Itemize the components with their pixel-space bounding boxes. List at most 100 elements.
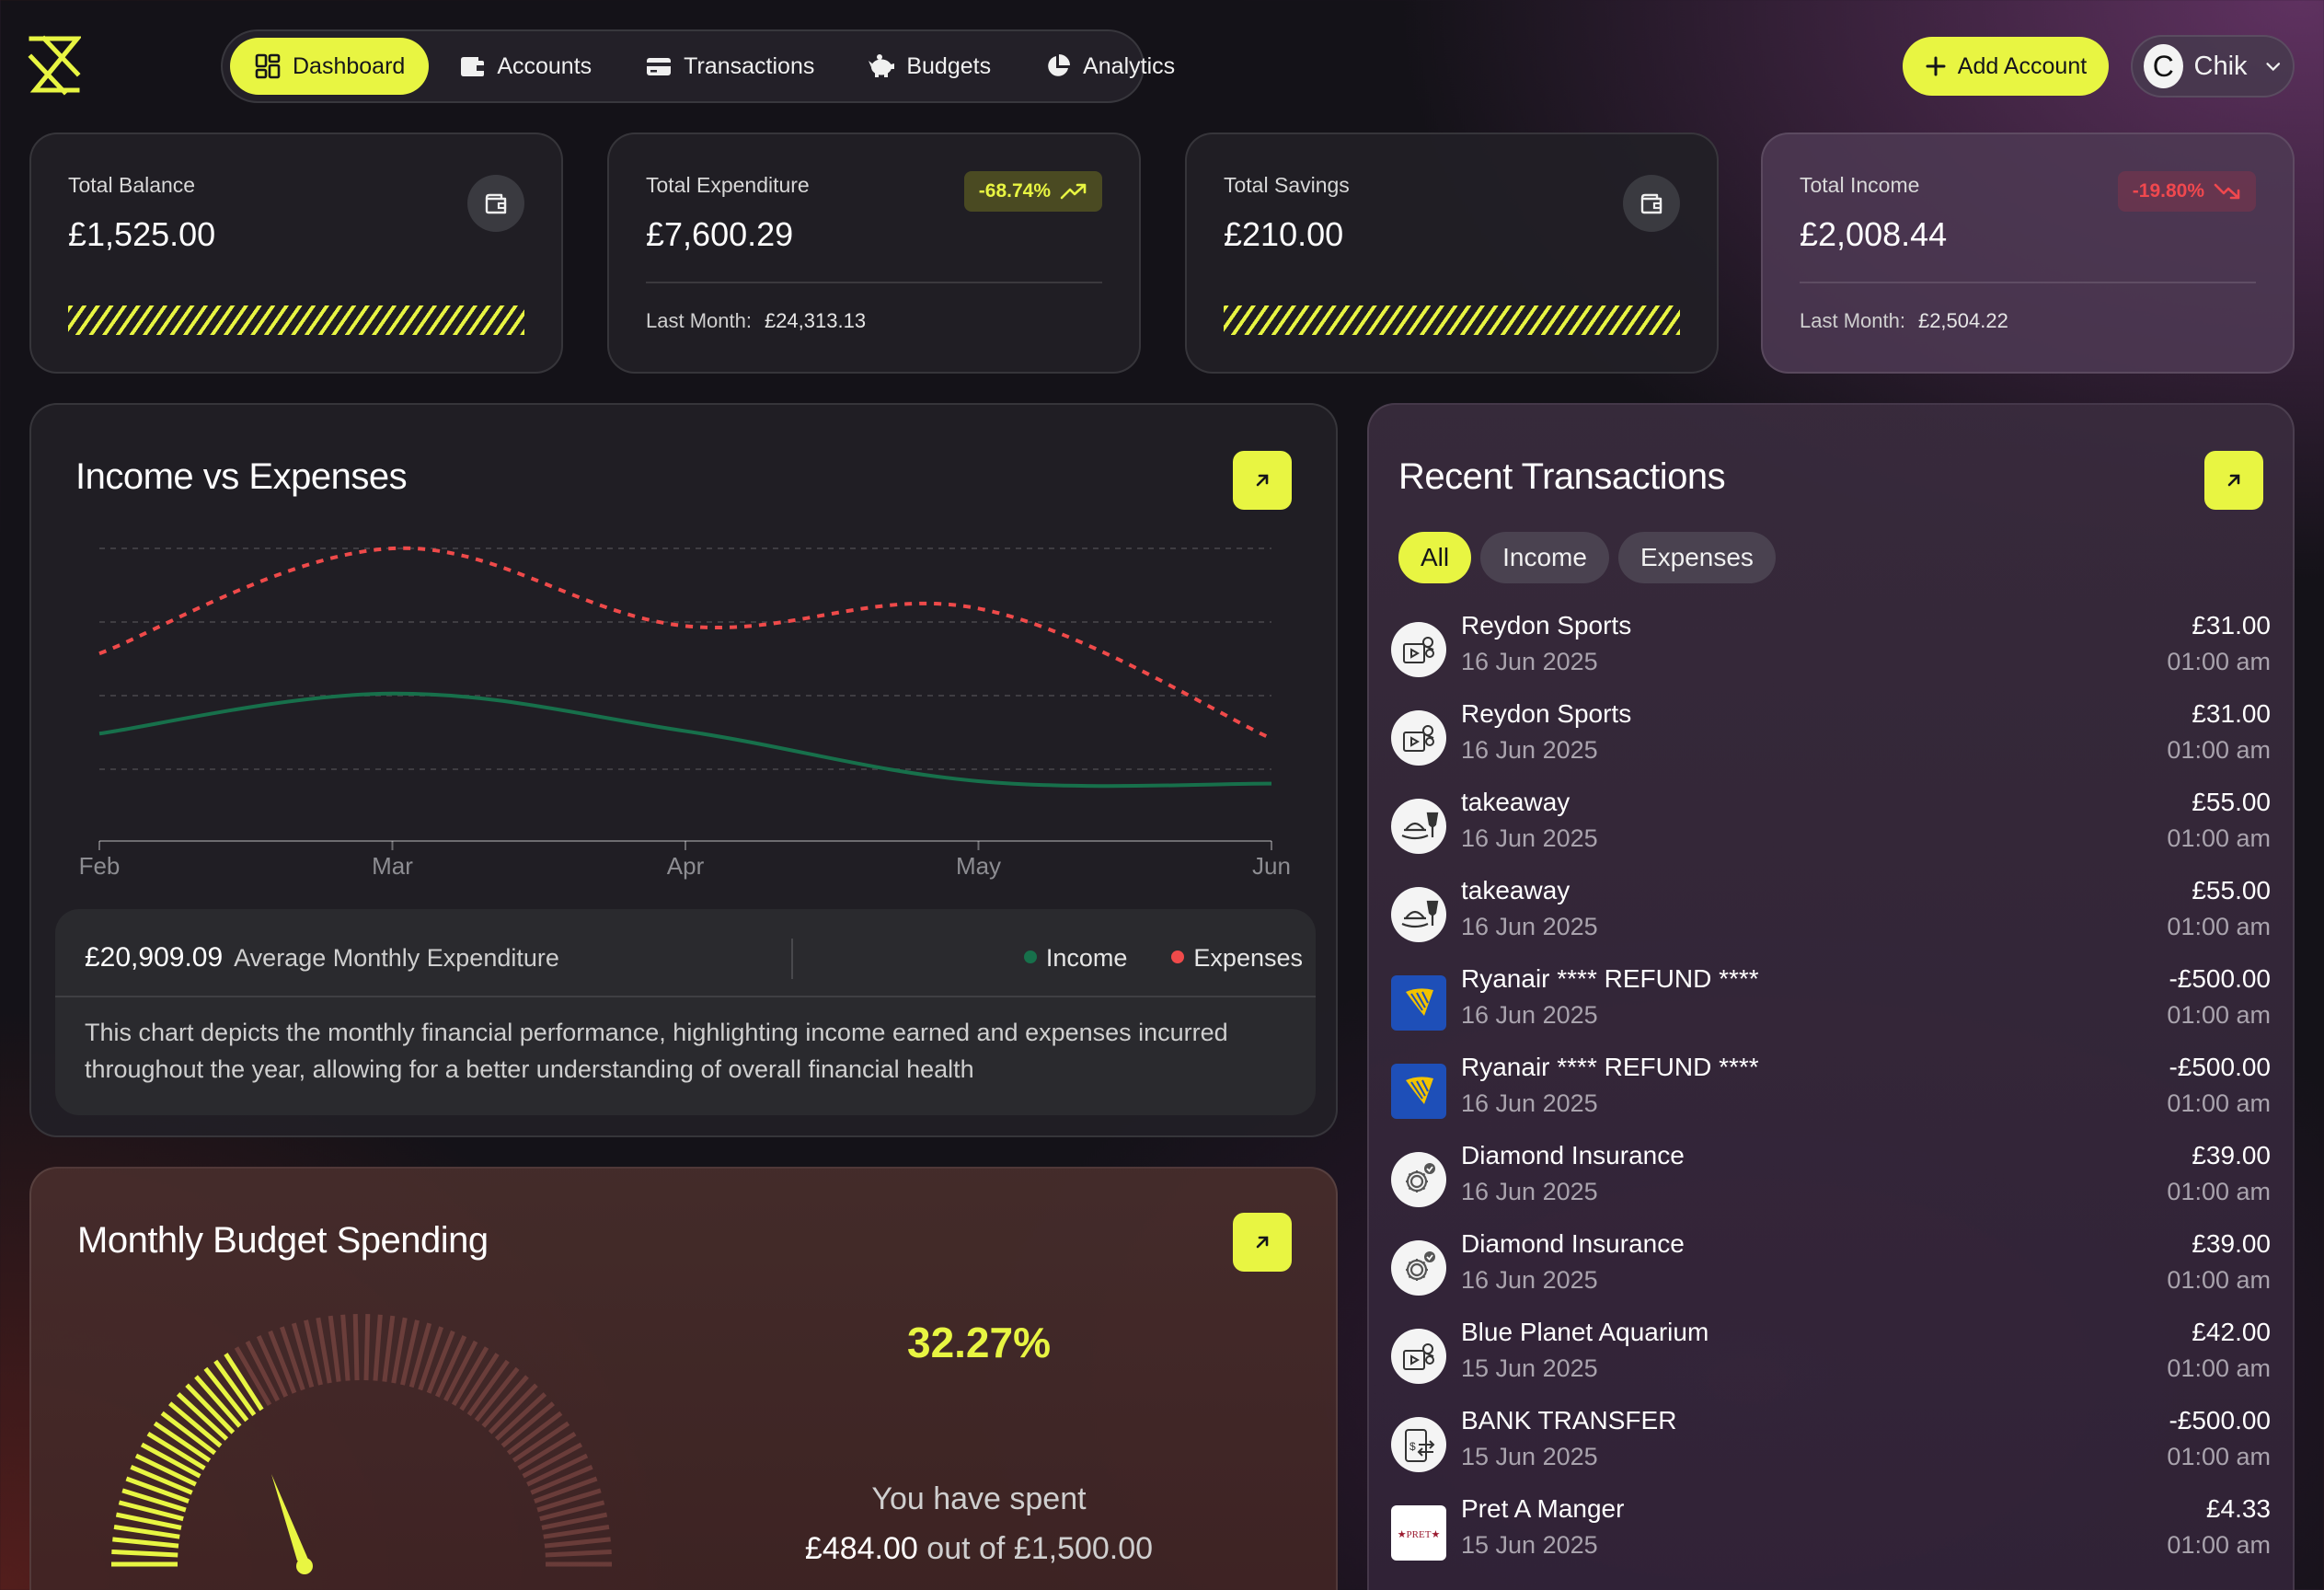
filter-all[interactable]: All — [1398, 532, 1472, 583]
transaction-date: 15 Jun 2025 — [1461, 1354, 1598, 1382]
transaction-date: 16 Jun 2025 — [1461, 1089, 1598, 1117]
user-name: Chik — [2193, 51, 2248, 81]
transaction-row[interactable]: Ryanair **** REFUND **** 16 Jun 2025 -£500… — [1391, 1047, 2271, 1135]
gauge-tick-empty — [534, 1476, 598, 1504]
stat-label: Total Balance — [68, 173, 196, 197]
filter-income[interactable]: Income — [1480, 532, 1609, 583]
add-account-button[interactable]: Add Account — [1903, 37, 2109, 96]
transaction-time: 01:00 am — [2167, 1266, 2271, 1294]
stat-label: Total Savings — [1224, 173, 1350, 197]
transaction-date: 16 Jun 2025 — [1461, 1178, 1598, 1205]
transaction-date: 16 Jun 2025 — [1461, 1001, 1598, 1029]
out-of-label: out of — [926, 1531, 1006, 1566]
recent-transactions-card: Recent Transactions All Income Expenses … — [1367, 403, 2295, 1590]
expand-transactions-button[interactable] — [2204, 451, 2263, 510]
total-balance-card: Total Balance £1,525.00 — [29, 132, 563, 374]
transaction-name: Reydon Sports — [1461, 699, 1632, 728]
entertainment-icon — [1391, 1329, 1446, 1384]
nav-transactions-label: Transactions — [684, 52, 815, 79]
transaction-name: Reydon Sports — [1461, 611, 1632, 639]
total-amount: £1,500.00 — [1013, 1531, 1154, 1566]
transaction-name: Pret A Manger — [1461, 1494, 1625, 1523]
chevron-down-icon — [2265, 63, 2280, 72]
gauge-tick-empty — [352, 1314, 360, 1381]
gauge-tick-filled — [113, 1524, 180, 1539]
wallet-icon[interactable] — [1623, 175, 1680, 232]
transaction-amount: £55.00 — [2192, 788, 2271, 816]
arrow-up-right-icon — [2227, 474, 2240, 487]
wallet-icon[interactable] — [467, 175, 524, 232]
total-income-card: Total Income £2,008.44 -19.80% Last Mont… — [1761, 132, 2295, 374]
credit-card-icon — [647, 58, 672, 75]
income-vs-expenses-card: Income vs Expenses Feb Mar Apr May Jun £20,9… — [29, 403, 1338, 1137]
transaction-time: 01:00 am — [2167, 1001, 2271, 1029]
transaction-time: 01:00 am — [2167, 913, 2271, 940]
svg-text:$: $ — [1409, 1440, 1416, 1453]
transaction-amount: £39.00 — [2192, 1141, 2271, 1169]
transaction-row[interactable]: Reydon Sports 16 Jun 2025 £31.00 01:00 am — [1391, 694, 2271, 782]
expand-budget-button[interactable] — [1233, 1213, 1292, 1272]
transaction-row[interactable]: takeaway 16 Jun 2025 £55.00 01:00 am — [1391, 782, 2271, 870]
transaction-row[interactable]: Ryanair **** REFUND **** 16 Jun 2025 -£500… — [1391, 959, 2271, 1047]
transaction-amount: -£500.00 — [2169, 1406, 2271, 1434]
divider — [791, 939, 793, 979]
stat-value: £210.00 — [1224, 215, 1344, 253]
monthly-budget-card: Monthly Budget Spending 32.27% You have … — [29, 1167, 1338, 1590]
ryanair-logo-icon — [1391, 975, 1446, 1031]
transaction-row[interactable]: Blue Planet Aquarium 15 Jun 2025 £42.00 01:… — [1391, 1312, 2271, 1400]
transaction-amount: £42.00 — [2192, 1318, 2271, 1346]
transaction-name: BANK TRANSFER — [1461, 1406, 1677, 1434]
gauge-needle-hub — [296, 1558, 313, 1574]
transaction-name: Blue Planet Aquarium — [1461, 1318, 1709, 1346]
trend-down-icon — [2214, 183, 2240, 200]
transaction-amount: £31.00 — [2192, 699, 2271, 728]
main-nav: Dashboard Accounts Transactions Budgets … — [221, 29, 1175, 103]
average-label: Average Monthly Expenditure — [234, 944, 559, 972]
ryanair-logo-icon — [1391, 1064, 1446, 1119]
balance-hatch-bar — [68, 305, 524, 335]
user-menu-button[interactable]: C Chik — [2131, 35, 2295, 98]
transaction-row[interactable]: takeaway 16 Jun 2025 £55.00 01:00 am — [1391, 870, 2271, 959]
arrow-up-right-icon — [1256, 1236, 1269, 1249]
gauge-tick-empty — [340, 1314, 351, 1381]
food-drink-icon — [1391, 799, 1446, 854]
gauge-tick-filled — [125, 1476, 190, 1504]
transaction-time: 01:00 am — [2167, 1531, 2271, 1559]
food-drink-icon — [1391, 887, 1446, 942]
nav-analytics[interactable]: Analytics — [1020, 38, 1199, 95]
nav-accounts-label: Accounts — [497, 52, 593, 79]
legend-income[interactable]: Income — [1023, 944, 1127, 973]
transaction-row[interactable]: Reydon Sports 16 Jun 2025 £31.00 01:00 am — [1391, 605, 2271, 694]
transaction-row[interactable]: $ BANK TRANSFER 15 Jun 2025 -£500.00 01:00 a… — [1391, 1400, 2271, 1489]
average-value: £20,909.09 — [85, 942, 224, 973]
transaction-amount: -£500.00 — [2169, 964, 2271, 993]
last-month: Last Month: £24,313.13 — [646, 309, 867, 332]
transaction-list: Reydon Sports 16 Jun 2025 £31.00 01:00 am Re… — [1391, 605, 2271, 1577]
transaction-date: 16 Jun 2025 — [1461, 1266, 1598, 1294]
change-badge: -19.80% — [2117, 171, 2256, 212]
piggy-bank-icon — [869, 54, 895, 77]
nav-budgets[interactable]: Budgets — [844, 38, 1015, 95]
transaction-name: Diamond Insurance — [1461, 1141, 1685, 1169]
stat-value: £2,008.44 — [1800, 215, 1948, 253]
nav-dashboard[interactable]: Dashboard — [230, 38, 430, 95]
filter-expenses[interactable]: Expenses — [1617, 532, 1776, 583]
gauge-tick-empty — [382, 1315, 396, 1382]
gauge-needle — [271, 1474, 312, 1568]
series-line-income — [98, 691, 1272, 789]
transaction-row[interactable]: Diamond Insurance 16 Jun 2025 £39.00 01:00 … — [1391, 1135, 2271, 1224]
legend-expenses[interactable]: Expenses — [1171, 944, 1303, 973]
nav-accounts[interactable]: Accounts — [434, 38, 616, 95]
app-logo[interactable] — [28, 35, 83, 96]
stat-label: Total Expenditure — [646, 173, 810, 197]
nav-transactions[interactable]: Transactions — [621, 38, 838, 95]
x-tick-label: Apr — [667, 852, 705, 880]
transaction-row[interactable]: Diamond Insurance 16 Jun 2025 £39.00 01:00 … — [1391, 1224, 2271, 1312]
transaction-amount: £39.00 — [2192, 1229, 2271, 1258]
trend-up-icon — [1060, 183, 1087, 200]
add-account-label: Add Account — [1957, 52, 2088, 79]
stat-value: £1,525.00 — [68, 215, 216, 253]
x-tick-label: May — [956, 852, 1001, 880]
transaction-row[interactable]: ★PRET★ Pret A Manger 15 Jun 2025 £4.33 01:00… — [1391, 1489, 2271, 1577]
chart-footer: £20,909.09 Average Monthly Expenditure In… — [55, 909, 1316, 1115]
